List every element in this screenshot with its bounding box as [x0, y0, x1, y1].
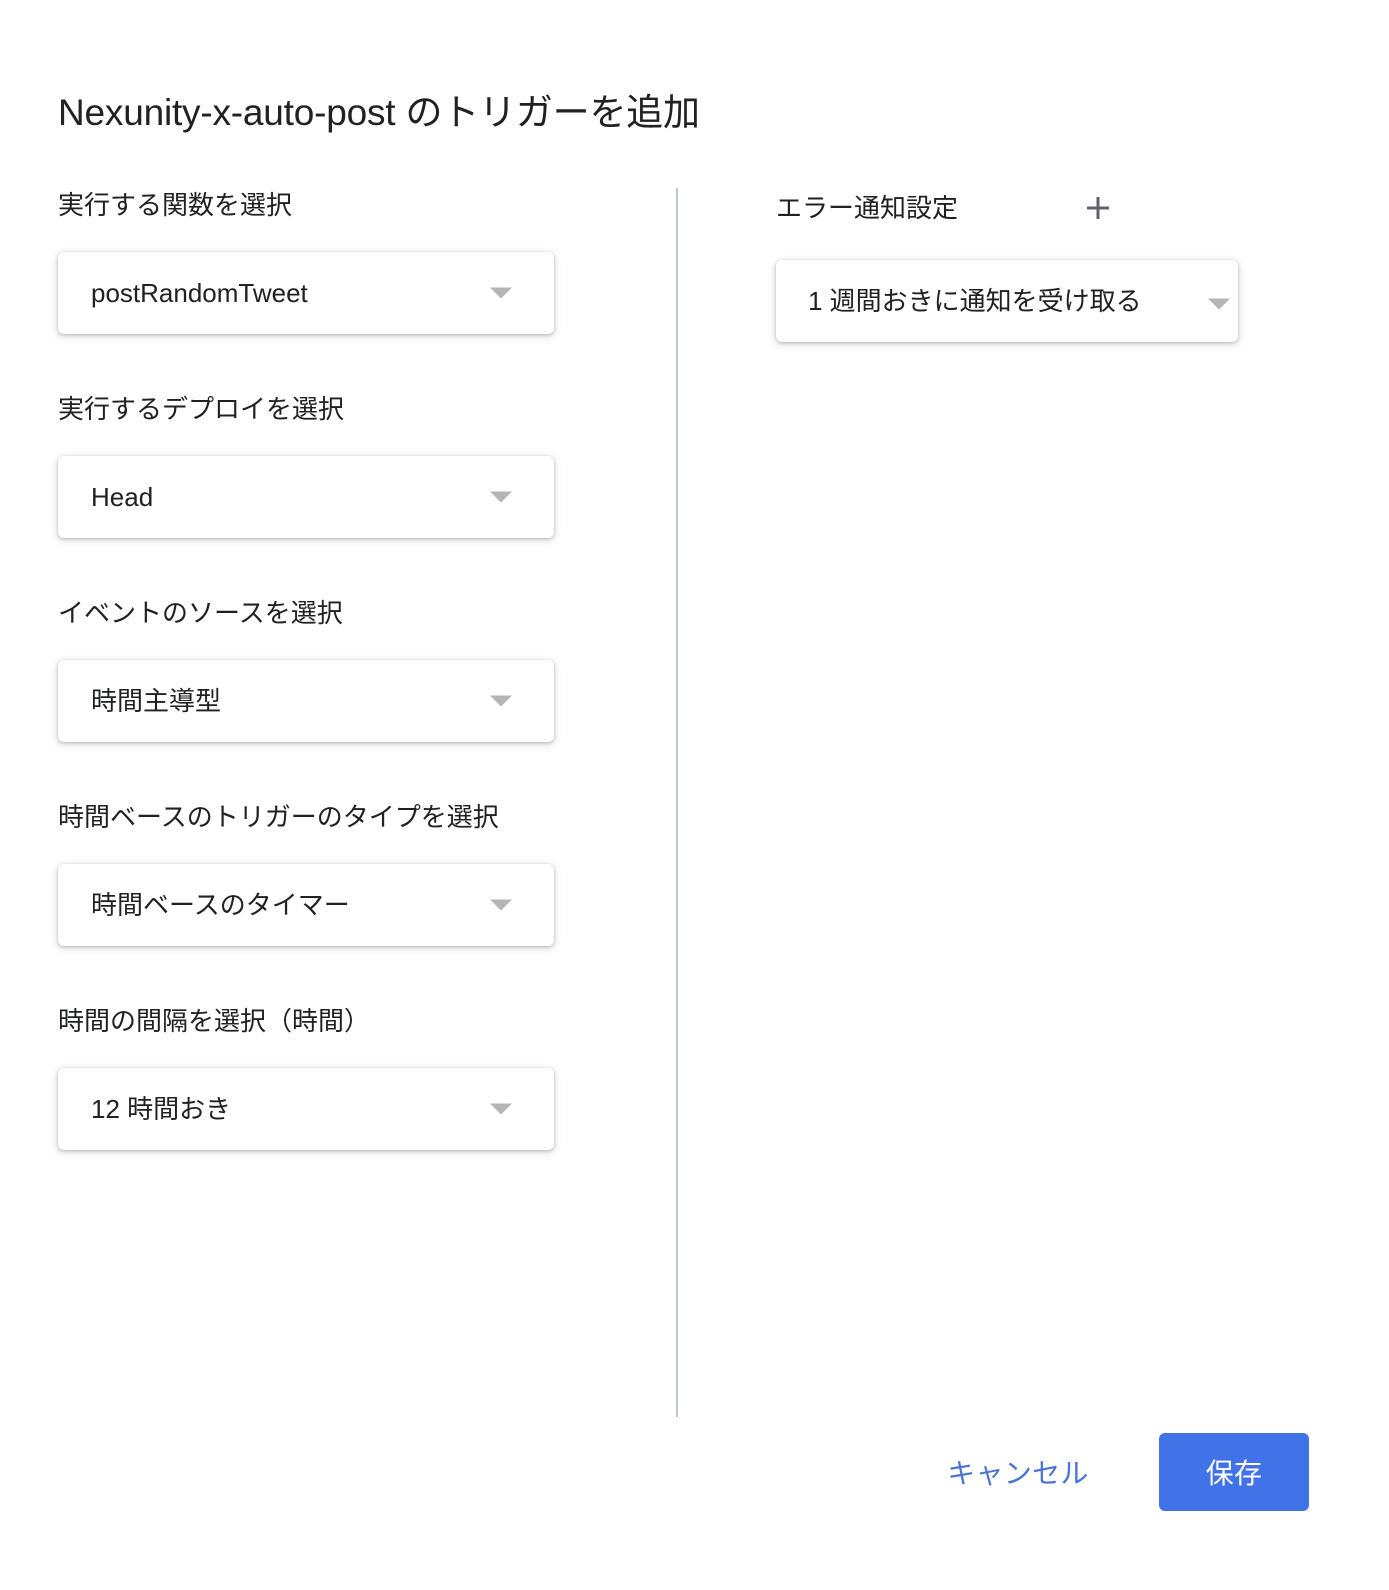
select-function-value: postRandomTweet — [91, 278, 308, 308]
select-deployment[interactable]: Head — [58, 456, 554, 538]
dialog-body: 実行する関数を選択 postRandomTweet 実行するデプロイを選択 He… — [0, 188, 1389, 1418]
field-hour-interval: 時間の間隔を選択（時間） 12 時間おき — [58, 1004, 618, 1150]
left-column: 実行する関数を選択 postRandomTweet 実行するデプロイを選択 He… — [58, 188, 618, 1150]
chevron-down-icon — [490, 287, 512, 299]
save-button[interactable]: 保存 — [1159, 1433, 1309, 1511]
field-function: 実行する関数を選択 postRandomTweet — [58, 188, 618, 334]
error-notification-header: エラー通知設定 — [776, 188, 1276, 228]
chevron-down-icon — [490, 1103, 512, 1115]
cancel-button[interactable]: キャンセル — [925, 1433, 1111, 1511]
field-event-source: イベントのソースを選択 時間主導型 — [58, 596, 618, 742]
plus-icon — [1087, 197, 1109, 219]
column-divider — [676, 188, 678, 1417]
select-function[interactable]: postRandomTweet — [58, 252, 554, 334]
select-trigger-type[interactable]: 時間ベースのタイマー — [58, 864, 554, 946]
field-error-notification: エラー通知設定 1 週間おきに通知を受け取る — [776, 188, 1276, 342]
chevron-down-icon — [490, 491, 512, 503]
field-label-hour-interval: 時間の間隔を選択（時間） — [58, 1006, 371, 1036]
select-hour-interval[interactable]: 12 時間おき — [58, 1068, 554, 1150]
select-error-notification-value: 1 週間おきに通知を受け取る — [808, 286, 1142, 316]
chevron-down-icon — [490, 899, 512, 911]
dialog-footer: キャンセル 保存 — [0, 1432, 1389, 1532]
select-deployment-value: Head — [91, 482, 154, 512]
field-trigger-type: 時間ベースのトリガーのタイプを選択 時間ベースのタイマー — [58, 800, 618, 946]
select-trigger-type-value: 時間ベースのタイマー — [91, 890, 350, 920]
select-error-notification[interactable]: 1 週間おきに通知を受け取る — [776, 260, 1238, 342]
field-label-function: 実行する関数を選択 — [58, 190, 293, 220]
field-label-trigger-type: 時間ベースのトリガーのタイプを選択 — [58, 802, 499, 832]
right-column: エラー通知設定 1 週間おきに通知を受け取る — [776, 188, 1276, 342]
chevron-down-icon — [1208, 298, 1230, 310]
select-event-source-value: 時間主導型 — [91, 686, 222, 716]
field-deployment: 実行するデプロイを選択 Head — [58, 392, 618, 538]
add-notification-button[interactable] — [1076, 186, 1120, 230]
page-title: Nexunity-x-auto-post のトリガーを追加 — [58, 91, 700, 133]
chevron-down-icon — [490, 695, 512, 707]
select-hour-interval-value: 12 時間おき — [91, 1094, 232, 1124]
field-label-event-source: イベントのソースを選択 — [58, 598, 343, 628]
select-event-source[interactable]: 時間主導型 — [58, 660, 554, 742]
field-label-error-notification: エラー通知設定 — [776, 193, 959, 223]
field-label-deployment: 実行するデプロイを選択 — [58, 394, 345, 424]
